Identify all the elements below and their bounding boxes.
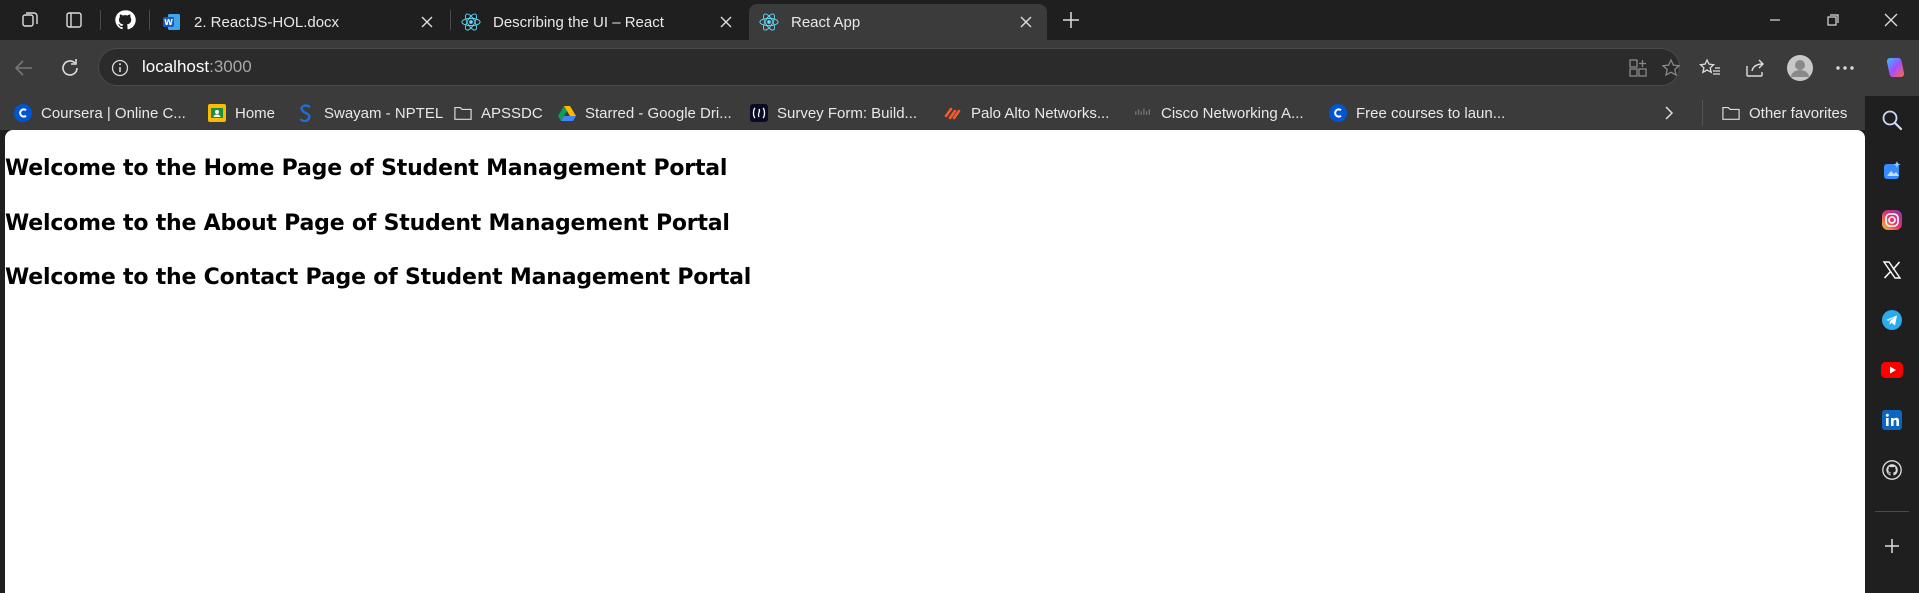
- favorite-label: Home: [235, 104, 276, 122]
- more-favorites-chevron-icon[interactable]: [1664, 100, 1674, 126]
- favorites-bar: Coursera | Online C... Home Swayam - NPT…: [0, 96, 1919, 130]
- site-info-icon[interactable]: [109, 57, 131, 79]
- close-tab-icon[interactable]: [416, 11, 438, 33]
- tab-title: React App: [791, 13, 861, 31]
- url-host: localhost: [142, 57, 210, 76]
- edge-sidebar: [1865, 96, 1919, 593]
- new-tab-icon[interactable]: [1054, 5, 1088, 35]
- tab-actions-icon[interactable]: [57, 5, 91, 35]
- tab-title: 2. ReactJS-HOL.docx: [194, 13, 340, 31]
- favorite-label: APSSDC: [481, 104, 543, 122]
- react-icon: [759, 12, 779, 32]
- page-content: Welcome to the Home Page of Student Mana…: [5, 130, 1865, 593]
- favorite-label: Swayam - NPTEL: [324, 104, 444, 122]
- tab-strip: W 2. ReactJS-HOL.docx Describing the UI …: [0, 0, 1919, 40]
- profile-avatar[interactable]: [1782, 50, 1818, 86]
- instagram-icon[interactable]: [1878, 206, 1906, 234]
- designer-icon[interactable]: [1878, 156, 1906, 184]
- favorite-palo-alto[interactable]: Palo Alto Networks...: [944, 100, 1109, 126]
- tab-reactjs-hol[interactable]: W 2. ReactJS-HOL.docx: [152, 4, 448, 40]
- minimize-icon[interactable]: [1747, 0, 1803, 40]
- close-window-icon[interactable]: [1863, 0, 1919, 40]
- svg-text:W: W: [164, 18, 173, 27]
- favorite-star-icon[interactable]: [1659, 56, 1683, 80]
- app-available-icon[interactable]: [1626, 56, 1650, 80]
- telegram-icon[interactable]: [1878, 306, 1906, 334]
- tab-describing-ui[interactable]: Describing the UI – React: [451, 4, 747, 40]
- sidebar-divider: [1875, 511, 1909, 512]
- word-doc-icon: W: [162, 12, 182, 32]
- add-sidebar-app-icon[interactable]: [1878, 532, 1906, 560]
- more-options-icon[interactable]: [1827, 50, 1863, 86]
- about-heading: Welcome to the About Page of Student Man…: [5, 211, 730, 236]
- favorite-label: Starred - Google Dri...: [585, 104, 732, 122]
- favorite-survey-form[interactable]: Survey Form: Build...: [750, 100, 917, 126]
- freecodecamp-icon: [750, 104, 768, 122]
- folder-icon: [454, 104, 472, 122]
- classroom-icon: [208, 104, 226, 122]
- back-icon[interactable]: [6, 50, 42, 86]
- folder-icon: [1722, 104, 1740, 122]
- close-tab-icon[interactable]: [715, 11, 737, 33]
- favorite-home[interactable]: Home: [208, 100, 275, 126]
- favorite-label: Survey Form: Build...: [777, 104, 918, 122]
- x-twitter-icon[interactable]: [1878, 256, 1906, 284]
- navigation-bar: localhost:3000: [0, 40, 1919, 96]
- copilot-icon[interactable]: [1876, 50, 1912, 86]
- swayam-icon: [297, 104, 315, 122]
- favorite-label: Coursera | Online C...: [41, 104, 186, 122]
- palo-alto-icon: [944, 104, 962, 122]
- youtube-icon[interactable]: [1878, 356, 1906, 384]
- google-drive-icon: [558, 104, 576, 122]
- other-favorites[interactable]: Other favorites: [1722, 100, 1847, 126]
- coursera-icon: [14, 104, 32, 122]
- close-tab-icon[interactable]: [1015, 11, 1037, 33]
- share-icon[interactable]: [1737, 50, 1773, 86]
- favorite-label: Palo Alto Networks...: [971, 104, 1110, 122]
- workspaces-icon[interactable]: [13, 5, 47, 35]
- github-icon[interactable]: [108, 5, 142, 35]
- cisco-icon: [1134, 104, 1152, 122]
- url-port: :3000: [209, 57, 252, 76]
- favorite-cisco[interactable]: Cisco Networking A...: [1134, 100, 1304, 126]
- refresh-icon[interactable]: [52, 50, 88, 86]
- home-heading: Welcome to the Home Page of Student Mana…: [5, 156, 728, 181]
- address-bar[interactable]: localhost:3000: [98, 48, 1683, 86]
- contact-heading: Welcome to the Contact Page of Student M…: [5, 265, 752, 290]
- favorite-swayam[interactable]: Swayam - NPTEL: [297, 100, 443, 126]
- favorites-divider: [1702, 100, 1703, 126]
- favorite-coursera[interactable]: Coursera | Online C...: [14, 100, 186, 126]
- restore-icon[interactable]: [1805, 0, 1861, 40]
- github-sidebar-icon[interactable]: [1878, 456, 1906, 484]
- favorite-free-courses[interactable]: Free courses to laun...: [1329, 100, 1505, 126]
- favorite-apssdc[interactable]: APSSDC: [454, 100, 543, 126]
- other-favorites-label: Other favorites: [1749, 104, 1848, 122]
- favorite-label: Free courses to laun...: [1356, 104, 1506, 122]
- linkedin-icon[interactable]: [1878, 406, 1906, 434]
- tab-title: Describing the UI – React: [493, 13, 664, 31]
- url-text: localhost:3000: [142, 57, 252, 77]
- coursera-icon: [1329, 104, 1347, 122]
- react-icon: [461, 12, 481, 32]
- search-icon[interactable]: [1878, 106, 1906, 134]
- tab-react-app[interactable]: React App: [749, 4, 1047, 40]
- favorite-google-drive[interactable]: Starred - Google Dri...: [558, 100, 732, 126]
- favorite-label: Cisco Networking A...: [1161, 104, 1304, 122]
- favorites-icon[interactable]: [1692, 50, 1728, 86]
